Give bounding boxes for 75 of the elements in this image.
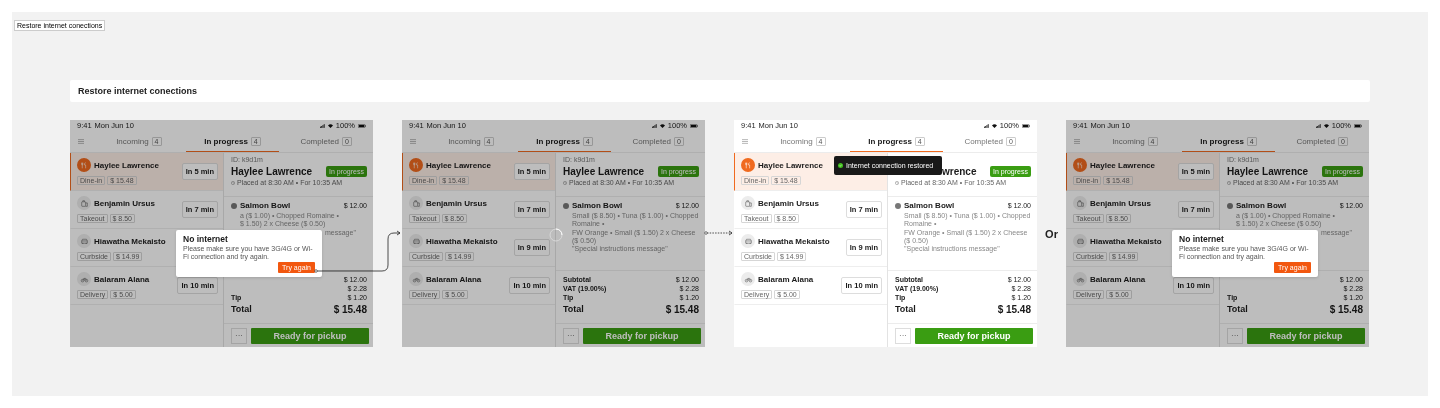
item-dot-icon	[563, 202, 569, 209]
item-name: Salmon Bowl	[572, 201, 624, 210]
clock-icon	[1227, 180, 1231, 185]
fork-knife-icon	[1075, 160, 1085, 170]
item-name: Salmon Bowl	[240, 201, 292, 210]
battery-icon	[1022, 123, 1030, 128]
or-label: Or	[1045, 227, 1058, 240]
customer-name: Hiawatha Mekaisto	[426, 236, 498, 246]
section-card: Restore internet conections	[70, 80, 1370, 102]
customer-name: Hiawatha Mekaisto	[1090, 236, 1162, 246]
fork-knife-icon	[743, 160, 753, 170]
customer-name: Balaram Alana	[426, 274, 482, 284]
total-value: $ 15.48	[665, 304, 699, 315]
wifi-icon	[327, 123, 333, 128]
bag-icon	[1075, 198, 1085, 208]
car-icon	[743, 236, 753, 246]
more-button[interactable]: ···	[563, 327, 579, 344]
customer-name: Haylee Lawrence	[1090, 160, 1155, 170]
more-button[interactable]: ···	[895, 327, 911, 344]
customer-name: Balaram Alana	[758, 274, 814, 284]
bag-icon	[743, 198, 753, 208]
battery-icon	[690, 123, 698, 128]
customer-name: Haylee Lawrence	[758, 160, 823, 170]
fork-knife-icon	[411, 160, 421, 170]
customer-name: Haylee Lawrence	[426, 160, 491, 170]
item-name: Salmon Bowl	[904, 201, 956, 210]
customer-name: Haylee Lawrence	[1227, 166, 1309, 177]
total-value: $ 15.48	[997, 304, 1031, 315]
signal-icon	[1315, 123, 1321, 128]
customer-name: wrence	[942, 166, 977, 177]
menu-icon	[410, 139, 416, 144]
battery-icon	[358, 123, 366, 128]
customer-name: Benjamin Ursus	[758, 198, 819, 208]
clock-icon	[895, 180, 899, 185]
customer-name: Hiawatha Mekaisto	[94, 236, 166, 246]
clock-icon	[563, 180, 567, 185]
customer-name: Balaram Alana	[94, 274, 150, 284]
total-value: $ 15.48	[333, 304, 367, 315]
total-label: Total	[231, 304, 252, 315]
wifi-icon	[659, 123, 665, 128]
bag-icon	[411, 198, 421, 208]
customer-name: Balaram Alana	[1090, 274, 1146, 284]
customer-name: Benjamin Ursus	[1090, 198, 1151, 208]
customer-name: Haylee Lawrence	[231, 166, 313, 177]
wifi-icon	[1323, 123, 1329, 128]
signal-icon	[651, 123, 657, 128]
more-button[interactable]: ···	[231, 327, 247, 344]
item-name: Salmon Bowl	[1236, 201, 1288, 210]
car-icon	[411, 236, 421, 246]
customer-name: Haylee Lawrence	[94, 160, 159, 170]
customer-name: Benjamin Ursus	[94, 198, 155, 208]
wifi-icon	[991, 123, 997, 128]
customer-name: Hiawatha Mekaisto	[758, 236, 830, 246]
signal-icon	[319, 123, 325, 128]
more-button[interactable]: ···	[1227, 327, 1243, 344]
total-label: Total	[895, 304, 916, 315]
menu-icon	[742, 139, 748, 144]
item-dot-icon	[895, 202, 901, 209]
check-circle-icon	[838, 163, 843, 168]
item-dot-icon	[231, 202, 237, 209]
car-icon	[79, 236, 89, 246]
clock-icon	[231, 180, 235, 185]
menu-icon	[1074, 139, 1080, 144]
fork-knife-icon	[79, 160, 89, 170]
battery-icon	[1354, 123, 1362, 128]
car-icon	[1075, 236, 1085, 246]
customer-name: Benjamin Ursus	[426, 198, 487, 208]
total-label: Total	[1227, 304, 1248, 315]
total-label: Total	[563, 304, 584, 315]
total-value: $ 15.48	[1329, 304, 1363, 315]
customer-name: Haylee Lawrence	[563, 166, 645, 177]
bag-icon	[79, 198, 89, 208]
item-dot-icon	[1227, 202, 1233, 209]
signal-icon	[983, 123, 989, 128]
menu-icon	[78, 139, 84, 144]
